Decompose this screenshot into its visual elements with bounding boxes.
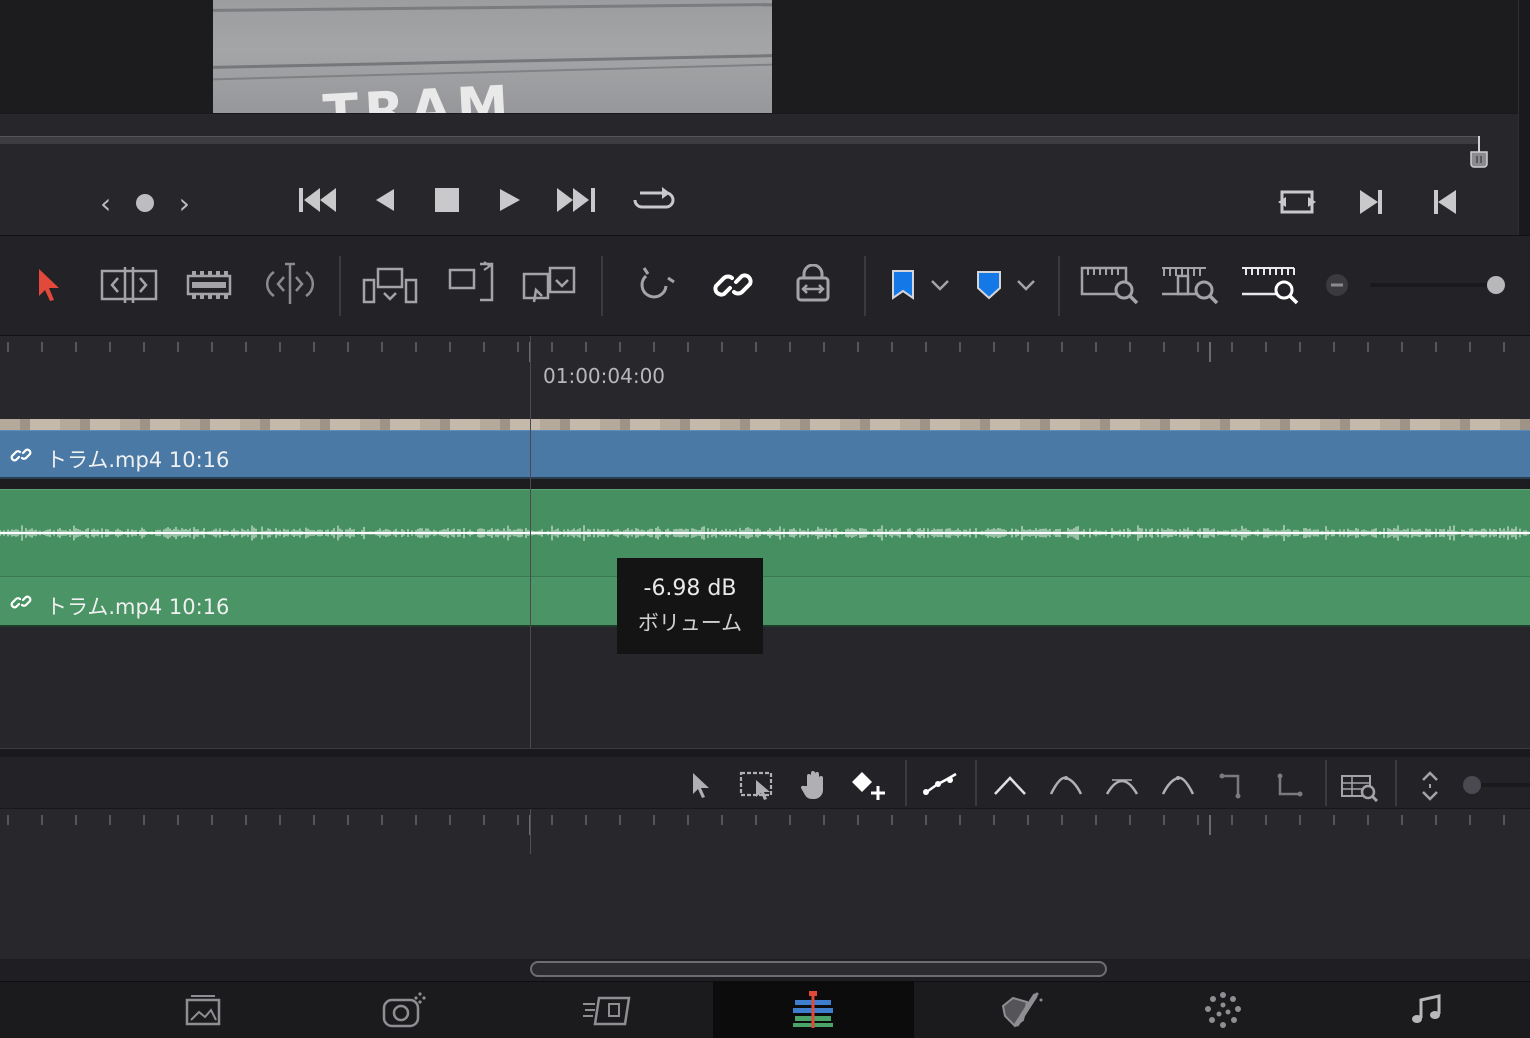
curve-pointer-icon[interactable] (688, 770, 714, 800)
flag-icon[interactable] (888, 268, 918, 302)
add-keyframe-icon[interactable] (850, 770, 890, 802)
cut-page-icon (382, 991, 426, 1027)
step-out-icon[interactable] (1272, 770, 1306, 800)
playhead-line (530, 336, 531, 748)
frame-road-text: TRAM (321, 75, 516, 113)
curve-keyframes-icon[interactable] (920, 770, 960, 800)
audio-waveform (0, 525, 1530, 541)
volume-value: -6.98 dB (643, 575, 737, 601)
audio-clip-footer[interactable]: トラム.mp4 10:16 (0, 577, 1530, 627)
viewer-side-strip (1518, 0, 1530, 235)
marker-dropdown-chevron-icon[interactable] (1014, 276, 1038, 294)
color-page-tab[interactable] (920, 981, 1121, 1038)
color-page-icon (1001, 992, 1042, 1027)
trim-edit-tool-icon[interactable] (100, 266, 158, 304)
toolbar-separator (1058, 256, 1060, 316)
go-to-start-icon[interactable] (296, 183, 342, 217)
fairlight-page-tab[interactable] (1122, 981, 1323, 1038)
horizontal-scrollbar-thumb[interactable] (530, 961, 1107, 977)
scrubber-track[interactable] (0, 136, 1480, 144)
curve-zoom-to-fit-icon[interactable] (1340, 770, 1380, 802)
curve-playhead-line (530, 809, 531, 854)
video-clip-label: トラム.mp4 10:16 (46, 448, 230, 472)
fairlight-page-icon (1204, 991, 1241, 1028)
selection-tool-icon[interactable] (34, 266, 64, 304)
zoom-slider-track[interactable] (1370, 283, 1500, 287)
jog-right-icon[interactable]: › (179, 187, 190, 220)
vertical-zoom-icon[interactable] (1418, 768, 1442, 804)
full-extent-zoom-icon[interactable] (1080, 264, 1140, 306)
audio-clip-label: トラム.mp4 10:16 (46, 595, 230, 619)
go-to-end-icon[interactable] (553, 183, 599, 217)
cut-page-tab[interactable] (303, 981, 504, 1038)
previous-edit-icon[interactable] (1430, 186, 1460, 218)
jog-center-icon[interactable] (136, 194, 154, 212)
media-page-tab[interactable] (102, 981, 303, 1038)
toolbar-separator (339, 256, 341, 316)
hand-icon[interactable] (798, 768, 832, 802)
deliver-page-tab[interactable] (1326, 981, 1527, 1038)
video-thumbnail-strip (0, 419, 1530, 430)
dynamic-trim-tool-icon[interactable] (262, 262, 318, 306)
insert-clip-icon[interactable] (362, 266, 420, 306)
snapping-icon[interactable] (634, 264, 678, 304)
volume-tooltip: -6.98 dB ボリューム (617, 558, 763, 654)
play-reverse-icon[interactable] (372, 185, 400, 215)
curve-toolbar-separator (1325, 760, 1327, 806)
linked-selection-icon[interactable] (712, 264, 754, 306)
toolbar-separator (601, 256, 603, 316)
ease-in-out-icon[interactable] (1104, 772, 1140, 798)
curve-zoom-slider-track[interactable] (1481, 783, 1530, 787)
ease-in-icon[interactable] (1048, 772, 1084, 798)
zoom-slider-knob[interactable] (1487, 276, 1505, 294)
fusion-page-tab[interactable] (508, 981, 709, 1038)
curve-toolbar-separator (1395, 760, 1397, 806)
overwrite-clip-icon[interactable] (446, 260, 496, 304)
timeline-ruler[interactable] (0, 336, 1530, 420)
fusion-page-icon (582, 996, 630, 1025)
video-clip[interactable]: トラム.mp4 10:16 (0, 430, 1530, 479)
edit-page-icon (792, 990, 833, 1028)
curve-range-select-icon[interactable] (738, 768, 778, 802)
clip-link-icon (10, 595, 32, 609)
curve-editor-ruler[interactable] (0, 809, 1530, 959)
volume-label: ボリューム (637, 610, 743, 635)
ease-out-icon[interactable] (1160, 772, 1196, 798)
ruler-timecode: 01:00:04:00 (543, 364, 666, 388)
replace-clip-icon[interactable] (520, 262, 580, 306)
marker-icon[interactable] (974, 268, 1004, 302)
detail-zoom-icon[interactable] (1160, 264, 1220, 306)
zoom-out-icon[interactable] (1325, 273, 1349, 297)
jog-left-icon[interactable]: ‹ (100, 187, 111, 220)
play-icon[interactable] (496, 185, 524, 215)
edit-page-tab[interactable] (713, 981, 914, 1038)
panel-divider[interactable] (0, 748, 1530, 757)
clip-link-icon (10, 448, 32, 462)
loop-icon[interactable] (630, 183, 678, 217)
toolbar-separator (864, 256, 866, 316)
jog-control[interactable]: ‹ › (100, 185, 190, 221)
stop-icon[interactable] (433, 185, 463, 215)
media-page-icon (185, 994, 220, 1025)
music-note-icon (1411, 993, 1440, 1023)
curve-toolbar-separator (975, 760, 977, 806)
curve-toolbar-separator (905, 760, 907, 806)
empty-track-area[interactable] (0, 627, 1530, 748)
custom-zoom-icon[interactable] (1240, 264, 1300, 306)
blade-edit-tool-icon[interactable] (186, 268, 232, 302)
curve-zoom-slider-knob[interactable] (1463, 776, 1481, 794)
next-edit-icon[interactable] (1356, 186, 1386, 218)
position-lock-icon[interactable] (794, 264, 832, 304)
track-separator (0, 479, 1530, 489)
step-in-icon[interactable] (1216, 770, 1250, 800)
scrubber-handle[interactable] (1469, 136, 1489, 168)
flag-dropdown-chevron-icon[interactable] (928, 276, 952, 294)
match-frame-icon[interactable] (1276, 186, 1318, 218)
linear-interpolation-icon[interactable] (992, 772, 1028, 798)
video-preview-frame: TRAM (213, 0, 772, 113)
